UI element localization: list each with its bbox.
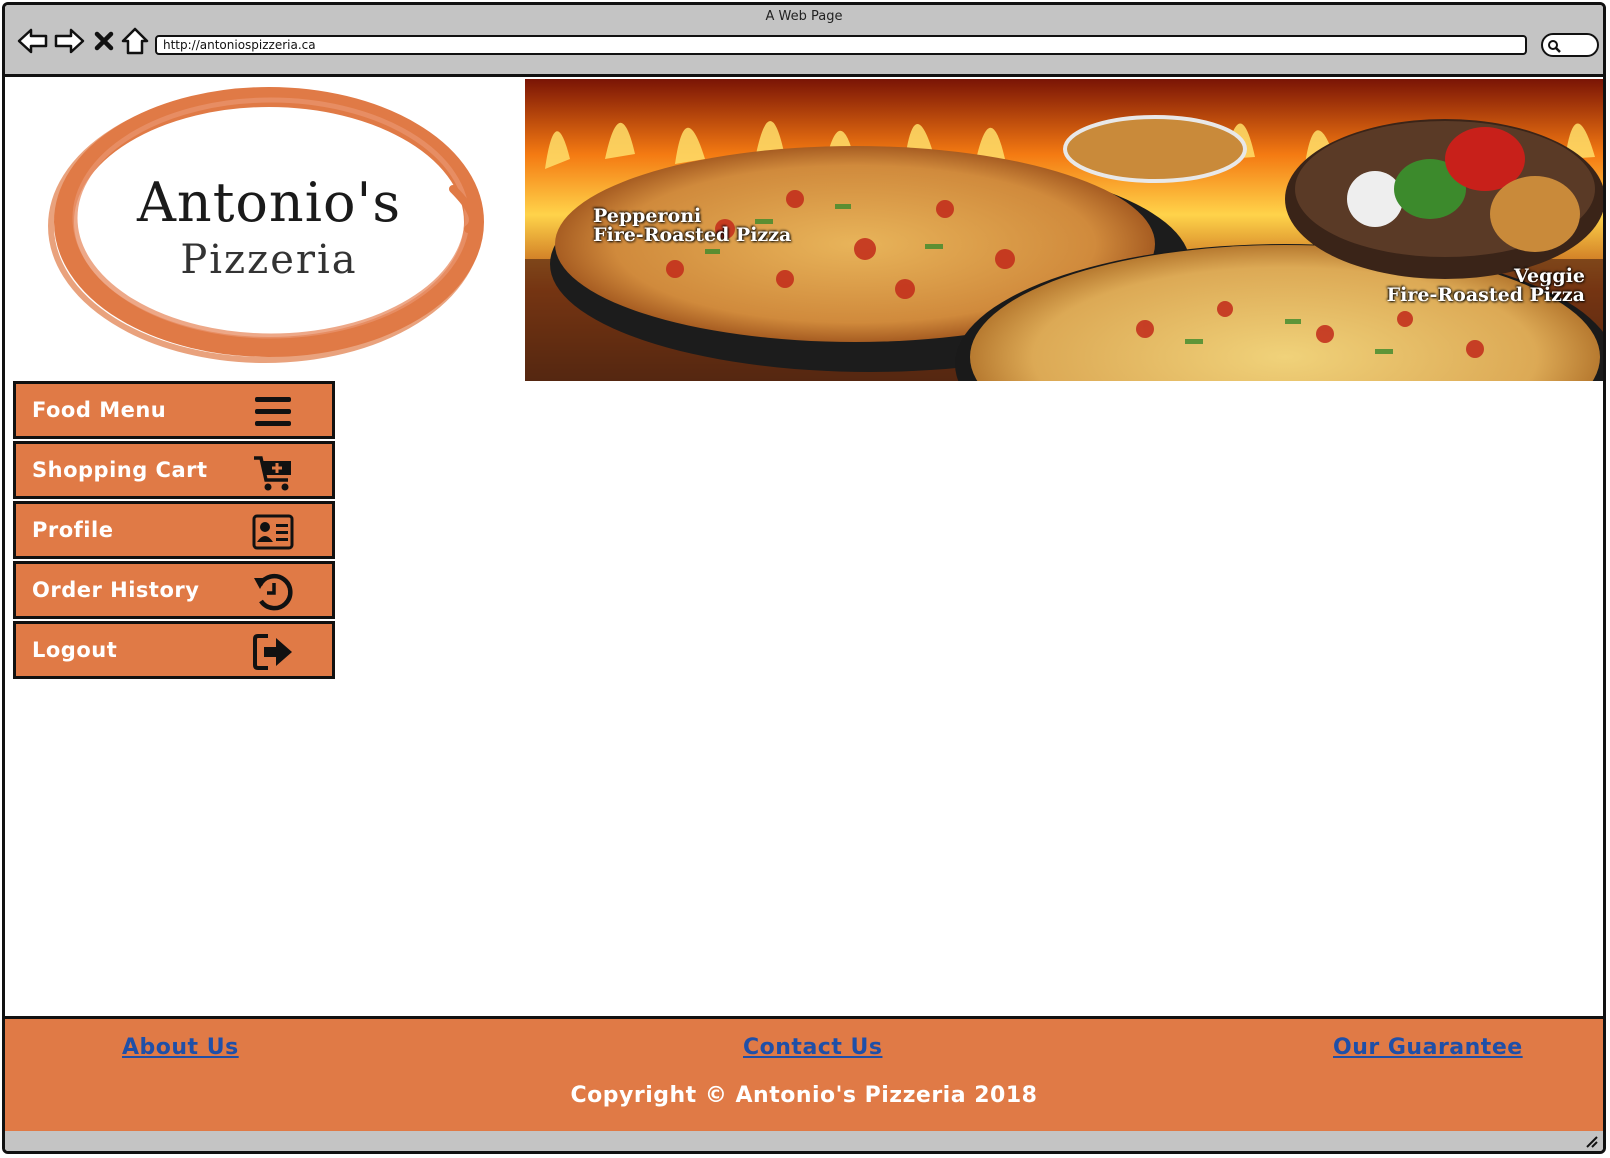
sidebar-item-shopping-cart[interactable]: Shopping Cart xyxy=(13,441,335,499)
resize-grip-icon[interactable] xyxy=(1583,1133,1599,1149)
cart-add-icon xyxy=(254,456,291,491)
browser-search-field[interactable] xyxy=(1541,33,1599,57)
sidebar-item-profile[interactable]: Profile xyxy=(13,501,335,559)
logout-icon xyxy=(253,634,292,670)
stop-icon[interactable] xyxy=(91,25,117,57)
banner-pizza-label-veggie: Veggie Fire-Roasted Pizza xyxy=(1386,265,1585,306)
logo-subtitle: Pizzeria xyxy=(180,237,358,283)
history-icon xyxy=(254,573,293,611)
banner-pizza-label-pepperoni: Pepperoni Fire-Roasted Pizza xyxy=(593,205,792,246)
sidebar-item-label: Logout xyxy=(32,638,118,662)
sidebar-item-label: Shopping Cart xyxy=(32,458,208,482)
footer-link-contact-us[interactable]: Contact Us xyxy=(743,1035,882,1060)
logo-brand-name: Antonio's xyxy=(136,171,402,234)
sidebar-item-label: Profile xyxy=(32,518,114,542)
sidebar-item-order-history[interactable]: Order History xyxy=(13,561,335,619)
sidebar-nav: Food Menu Shopping Cart Profile Order Hi… xyxy=(13,381,339,681)
menu-icon xyxy=(255,397,291,426)
browser-toolbar: A Web Page http://antoniospizzeria.ca xyxy=(5,5,1603,77)
back-icon[interactable] xyxy=(17,25,49,57)
id-card-icon xyxy=(252,514,294,550)
logo[interactable]: Antonio's Pizzeria xyxy=(13,79,525,377)
forward-icon[interactable] xyxy=(53,25,85,57)
sidebar-item-logout[interactable]: Logout xyxy=(13,621,335,679)
window-title: A Web Page xyxy=(765,9,843,24)
search-icon xyxy=(1548,40,1561,53)
browser-window: A Web Page http://antoniospizzeria.ca An… xyxy=(2,2,1606,1154)
sidebar-item-label: Order History xyxy=(32,578,200,602)
home-icon[interactable] xyxy=(119,25,151,57)
copyright-text: Copyright © Antonio's Pizzeria 2018 xyxy=(570,1083,1038,1108)
footer-link-about-us[interactable]: About Us xyxy=(122,1035,239,1060)
hero-banner-image: Pepperoni Fire-Roasted Pizza Veggie Fire… xyxy=(525,79,1603,381)
browser-status-bar xyxy=(5,1131,1603,1151)
sidebar-item-food-menu[interactable]: Food Menu xyxy=(13,381,335,439)
url-bar[interactable]: http://antoniospizzeria.ca xyxy=(155,35,1527,55)
site-footer: About Us Contact Us Our Guarantee Copyri… xyxy=(5,1016,1603,1134)
sidebar-item-label: Food Menu xyxy=(32,398,167,422)
footer-link-our-guarantee[interactable]: Our Guarantee xyxy=(1333,1035,1523,1060)
